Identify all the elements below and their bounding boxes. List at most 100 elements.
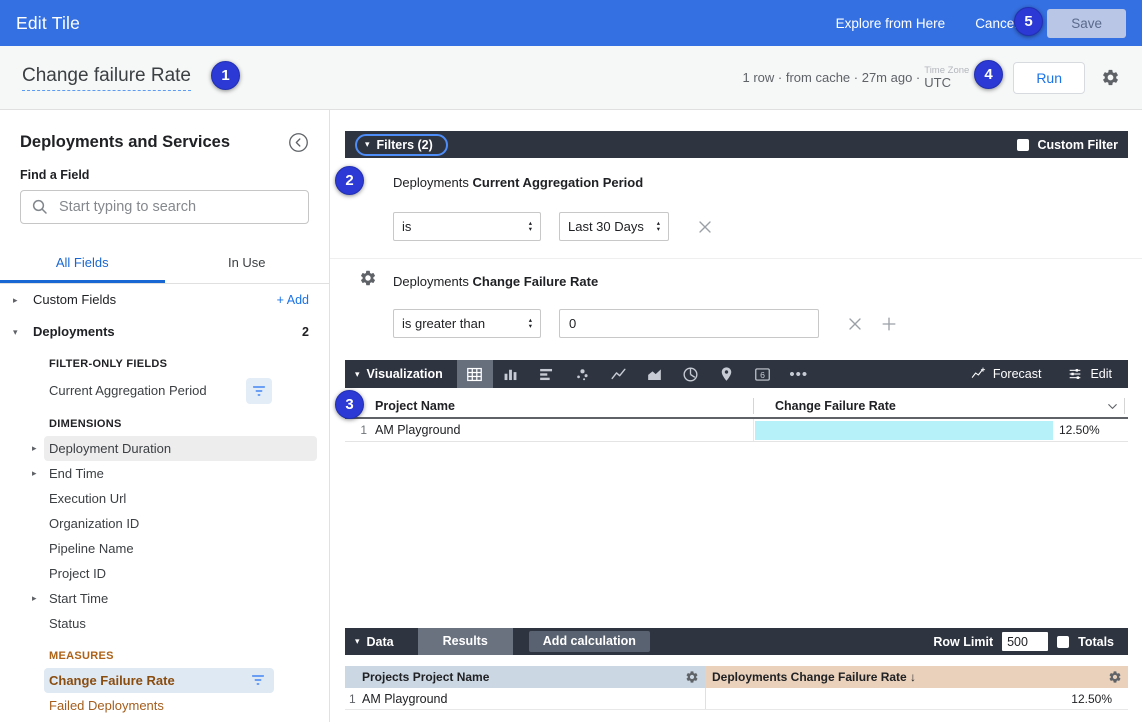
- results-tab[interactable]: Results: [418, 628, 513, 655]
- expand-right-icon[interactable]: ▸: [32, 436, 37, 461]
- filter2-operator-select[interactable]: is greater than ▴▾: [393, 309, 541, 338]
- column-label: Deployments Change Failure Rate ↓: [712, 666, 916, 688]
- sliders-icon: [1067, 366, 1083, 382]
- field-label: Current Aggregation Period: [49, 383, 207, 398]
- field-search-input[interactable]: [59, 199, 298, 215]
- add-custom-field-button[interactable]: + Add: [277, 284, 309, 316]
- field-end-time[interactable]: ▸ End Time: [0, 461, 329, 486]
- app-header: Edit Tile Explore from Here Cancel Save: [0, 0, 1142, 46]
- filters-bar-label: Filters (2): [377, 138, 433, 152]
- field-status[interactable]: Status: [0, 611, 329, 636]
- column-divider: [1124, 398, 1125, 414]
- filter-active-icon[interactable]: [246, 378, 272, 404]
- page-title: Edit Tile: [16, 13, 80, 34]
- tab-in-use[interactable]: In Use: [165, 244, 330, 283]
- fields-in-use-count: 2: [302, 316, 309, 348]
- tile-title-input[interactable]: Change failure Rate: [22, 65, 191, 91]
- forecast-button[interactable]: Forecast: [970, 366, 1042, 382]
- save-button[interactable]: Save: [1047, 9, 1126, 38]
- data-col-project-name[interactable]: Projects Project Name: [345, 666, 705, 688]
- field-current-aggregation-period[interactable]: Current Aggregation Period: [0, 376, 329, 406]
- field-organization-id[interactable]: Organization ID: [0, 511, 329, 536]
- column-label: Projects Project Name: [362, 666, 489, 688]
- field-execution-url[interactable]: Execution Url: [0, 486, 329, 511]
- viz-type-pie-chart-icon[interactable]: [673, 360, 709, 388]
- custom-fields-group[interactable]: ▸ Custom Fields + Add: [0, 284, 329, 316]
- selected-value: Last 30 Days: [568, 219, 644, 234]
- expand-right-icon[interactable]: ▸: [13, 284, 18, 316]
- viz-table-header: Project Name Change Failure Rate: [345, 394, 1128, 419]
- visualization-section-bar: ▾ Visualization ••• Forecast: [345, 360, 1128, 388]
- filter2-view-name: Deployments: [393, 274, 472, 289]
- data-table-row: 1 AM Playground 12.50%: [345, 688, 1128, 710]
- explore-from-here-link[interactable]: Explore from Here: [836, 16, 946, 31]
- filter1-value-select[interactable]: Last 30 Days ▴▾: [559, 212, 669, 241]
- column-gear-icon[interactable]: [1108, 670, 1122, 684]
- expand-right-icon[interactable]: ▸: [32, 461, 37, 486]
- edit-viz-button[interactable]: Edit: [1067, 366, 1112, 382]
- field-failed-deployments[interactable]: Failed Deployments: [0, 693, 329, 718]
- filter2-field-name: Change Failure Rate: [472, 274, 598, 289]
- sidebar-header: Deployments and Services: [0, 110, 329, 153]
- custom-filter-checkbox[interactable]: [1017, 139, 1029, 151]
- viz-type-column-chart-icon[interactable]: [493, 360, 529, 388]
- remove-filter-icon[interactable]: [845, 314, 865, 334]
- filter2-settings-gear-icon[interactable]: [359, 269, 377, 287]
- filter1-operator-select[interactable]: is ▴▾: [393, 212, 541, 241]
- viz-col-change-failure-rate[interactable]: Change Failure Rate: [775, 394, 896, 418]
- annotation-circle-3: 3: [335, 390, 364, 419]
- filter-active-icon[interactable]: [250, 672, 266, 688]
- add-calculation-button[interactable]: Add calculation: [529, 631, 650, 652]
- filters-toggle[interactable]: ▾ Filters (2): [355, 134, 448, 156]
- value-bar: [755, 421, 1053, 440]
- field-label: Project ID: [49, 566, 106, 581]
- column-menu-chevron-icon[interactable]: [1105, 399, 1120, 414]
- viz-type-bar-chart-icon[interactable]: [529, 360, 565, 388]
- cancel-button[interactable]: Cancel: [975, 16, 1017, 31]
- add-filter-icon[interactable]: [879, 314, 899, 334]
- custom-filter-label: Custom Filter: [1037, 138, 1118, 152]
- data-col-change-failure-rate[interactable]: Deployments Change Failure Rate ↓: [705, 666, 1128, 688]
- viz-type-picker: •••: [457, 360, 817, 388]
- viz-col-project-name[interactable]: Project Name: [375, 394, 455, 418]
- field-pipeline-name[interactable]: Pipeline Name: [0, 536, 329, 561]
- viz-type-more-icon[interactable]: •••: [781, 360, 817, 388]
- data-toggle[interactable]: ▾ Data: [355, 635, 394, 649]
- field-start-time[interactable]: ▸ Start Time: [0, 586, 329, 611]
- column-divider: [705, 688, 706, 709]
- run-button[interactable]: Run: [1013, 62, 1085, 94]
- column-divider: [753, 419, 754, 441]
- row-limit-input[interactable]: [1002, 632, 1048, 651]
- remove-filter-icon[interactable]: [695, 217, 715, 237]
- tab-all-fields[interactable]: All Fields: [0, 244, 165, 283]
- filter1-view-name: Deployments: [393, 175, 472, 190]
- field-deployment-duration[interactable]: ▸ Deployment Duration: [0, 436, 329, 461]
- viz-type-area-chart-icon[interactable]: [637, 360, 673, 388]
- column-divider: [753, 398, 754, 414]
- field-change-failure-rate[interactable]: Change Failure Rate: [0, 668, 329, 693]
- totals-label: Totals: [1078, 635, 1114, 649]
- selected-operator: is greater than: [402, 316, 485, 331]
- field-project-id[interactable]: Project ID: [0, 561, 329, 586]
- annotation-circle-4: 4: [974, 60, 1003, 89]
- totals-checkbox[interactable]: [1057, 636, 1069, 648]
- expand-right-icon[interactable]: ▸: [32, 586, 37, 611]
- viz-type-scatter-icon[interactable]: [565, 360, 601, 388]
- filter2-value-input[interactable]: [559, 309, 819, 338]
- viz-type-line-chart-icon[interactable]: [601, 360, 637, 388]
- find-a-field-label: Find a Field: [20, 168, 309, 182]
- field-search-box[interactable]: [20, 190, 309, 224]
- column-gear-icon[interactable]: [685, 670, 699, 684]
- select-arrows-icon: ▴▾: [521, 221, 532, 232]
- deployments-view-label: Deployments: [33, 324, 115, 339]
- viz-type-single-value-icon[interactable]: [745, 360, 781, 388]
- expand-down-icon[interactable]: ▾: [13, 316, 18, 348]
- visualization-toggle[interactable]: ▾ Visualization: [355, 367, 443, 381]
- collapse-sidebar-icon[interactable]: [288, 132, 309, 153]
- viz-type-table-icon[interactable]: [457, 360, 493, 388]
- deployments-view-group[interactable]: ▾ Deployments 2: [0, 316, 329, 348]
- query-settings-gear-icon[interactable]: [1101, 68, 1120, 87]
- chevron-down-icon: ▾: [355, 370, 360, 379]
- field-label: Organization ID: [49, 516, 139, 531]
- viz-type-map-icon[interactable]: [709, 360, 745, 388]
